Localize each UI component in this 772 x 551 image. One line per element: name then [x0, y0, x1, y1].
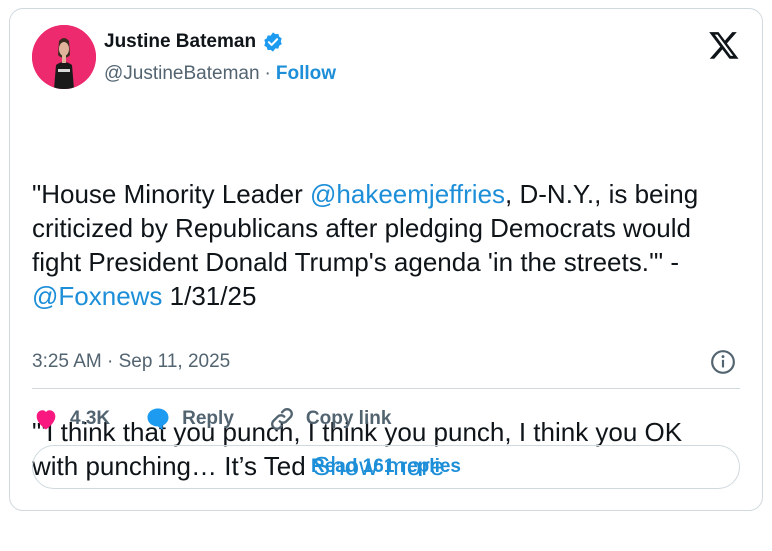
info-icon[interactable]: [710, 349, 736, 375]
like-button[interactable]: 4.3K: [32, 405, 110, 433]
link-icon: [270, 408, 293, 430]
tweet-paragraph-1: "House Minority Leader @hakeemjeffries, …: [32, 177, 732, 313]
separator-dot: ·: [264, 63, 271, 84]
action-bar: 4.3K Reply Copy link: [32, 405, 425, 433]
tweet-card: Justine Bateman @JustineBateman · Follow…: [9, 8, 763, 511]
mention-link[interactable]: @hakeemjeffries: [310, 179, 505, 209]
heart-icon: [36, 410, 56, 430]
like-count: 4.3K: [70, 408, 111, 429]
copy-link-label: Copy link: [305, 408, 392, 429]
verified-badge-icon: [264, 32, 282, 52]
tweet-text-part: 1/31/25: [162, 281, 257, 311]
reply-label: Reply: [182, 408, 234, 429]
author-handle[interactable]: @JustineBateman: [104, 63, 260, 85]
read-replies-button[interactable]: Read 161 replies: [32, 445, 740, 489]
avatar[interactable]: [32, 25, 96, 89]
author-name-row: Justine Bateman: [104, 31, 284, 53]
source-mention-link[interactable]: @Foxnews: [32, 281, 162, 311]
timestamp[interactable]: 3:25 AM · Sep 11, 2025: [32, 351, 230, 373]
x-logo-icon[interactable]: [708, 29, 740, 61]
reply-icon: [147, 408, 169, 431]
author-name[interactable]: Justine Bateman: [104, 31, 256, 53]
divider: [32, 388, 740, 389]
reply-button[interactable]: Reply: [144, 405, 234, 433]
tweet-text-part: "House Minority Leader: [32, 179, 311, 209]
follow-button[interactable]: Follow: [276, 63, 336, 85]
avatar-image: [32, 25, 96, 89]
copy-link-button[interactable]: Copy link: [268, 405, 392, 433]
author-handle-row: @JustineBateman · Follow: [104, 63, 336, 85]
